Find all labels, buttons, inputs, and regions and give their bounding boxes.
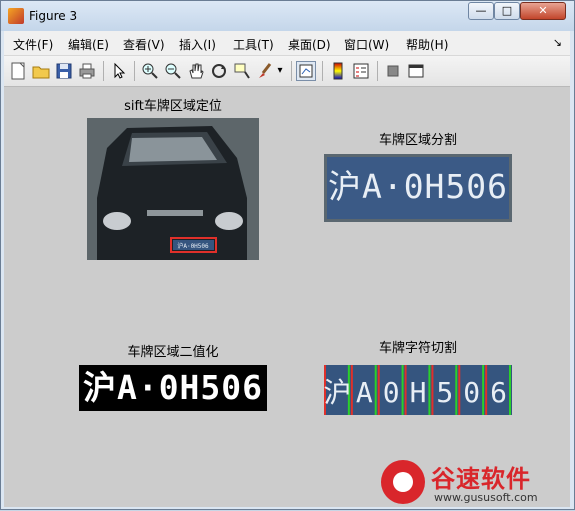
show-plot-tools-icon[interactable] (406, 61, 426, 81)
save-icon[interactable] (54, 61, 74, 81)
toolbar-separator (291, 61, 292, 81)
brush-icon[interactable] (255, 61, 275, 81)
new-figure-icon[interactable] (8, 61, 28, 81)
car-image: 沪A·0H506 (87, 118, 259, 260)
char-cut-glyph: H (410, 376, 427, 409)
segmented-plate-image: 沪A·0H506 (324, 154, 512, 222)
char-cut-glyph: 沪 (324, 376, 351, 409)
axes1-title: sift车牌区域定位 (124, 99, 222, 114)
menu-insert[interactable]: 插入(I) (179, 36, 216, 53)
toolbar-separator (103, 61, 104, 81)
menu-bar: 文件(F) 编辑(E) 查看(V) 插入(I) 工具(T) 桌面(D) 窗口(W… (4, 31, 570, 56)
open-file-icon[interactable] (31, 61, 51, 81)
matlab-icon (8, 8, 24, 24)
title-bar: Figure 3 — □ ✕ (1, 1, 574, 31)
binary-plate-text: 沪A·0H506 (82, 368, 264, 407)
menu-tools[interactable]: 工具(T) (233, 36, 274, 53)
char-cut-glyph: 0 (383, 376, 400, 409)
car-plate-small: 沪A·0H506 (177, 242, 209, 250)
figure-window: Figure 3 — □ ✕ 文件(F) 编辑(E) 查看(V) 插入(I) 工… (0, 0, 575, 510)
menu-edit[interactable]: 编辑(E) (68, 36, 109, 53)
watermark-url: www.gususoft.com (434, 491, 538, 504)
binary-plate-image: 沪A·0H506 (79, 365, 267, 411)
axes4-title: 车牌字符切割 (378, 341, 457, 356)
maximize-button[interactable]: □ (494, 2, 520, 20)
watermark: 谷速软件 www.gususoft.com (376, 456, 575, 511)
menu-file[interactable]: 文件(F) (13, 36, 53, 53)
figure-toolbar: ▾ (4, 56, 570, 87)
data-cursor-icon[interactable] (232, 61, 252, 81)
char-cut-svg: 沪A0H506 (323, 365, 511, 415)
window-title: Figure 3 (29, 9, 78, 23)
figure-canvas: sift车牌区域定位 沪A·0H506 车牌区域分割 沪A·0H506 车牌区域… (4, 87, 570, 507)
menu-help[interactable]: 帮助(H) (406, 36, 448, 53)
char-cut-glyph: 6 (490, 376, 507, 409)
pointer-icon[interactable] (109, 61, 129, 81)
colorbar-icon[interactable] (328, 61, 348, 81)
brush-dropdown-icon[interactable]: ▾ (275, 61, 285, 81)
zoom-in-icon[interactable] (140, 61, 160, 81)
char-cut-glyph: 0 (463, 376, 480, 409)
toolbar-separator (322, 61, 323, 81)
toolbar-separator (134, 61, 135, 81)
hide-plot-tools-icon[interactable] (383, 61, 403, 81)
toolbar-separator (377, 61, 378, 81)
minimize-button[interactable]: — (468, 2, 494, 20)
legend-icon[interactable] (351, 61, 371, 81)
rotate-3d-icon[interactable] (209, 61, 229, 81)
menu-view[interactable]: 查看(V) (123, 36, 165, 53)
menu-dock-arrow[interactable]: ↘ (553, 36, 562, 49)
link-plot-icon[interactable] (296, 61, 316, 81)
close-button[interactable]: ✕ (520, 2, 566, 20)
axes2-title: 车牌区域分割 (378, 133, 457, 148)
menu-window[interactable]: 窗口(W) (344, 36, 389, 53)
zoom-out-icon[interactable] (163, 61, 183, 81)
watermark-name: 谷速软件 (431, 465, 531, 493)
char-cut-glyph: A (356, 376, 373, 409)
char-cut-glyph: 5 (436, 376, 453, 409)
axes3-title: 车牌区域二值化 (127, 345, 219, 360)
watermark-logo (381, 460, 425, 504)
segmented-plate-text: 沪A·0H506 (327, 167, 509, 206)
print-icon[interactable] (77, 61, 97, 81)
char-cut-image: 沪A0H506 (323, 365, 512, 415)
pan-icon[interactable] (186, 61, 206, 81)
menu-desktop[interactable]: 桌面(D) (288, 36, 331, 53)
watermark-logo-inner (393, 472, 413, 492)
